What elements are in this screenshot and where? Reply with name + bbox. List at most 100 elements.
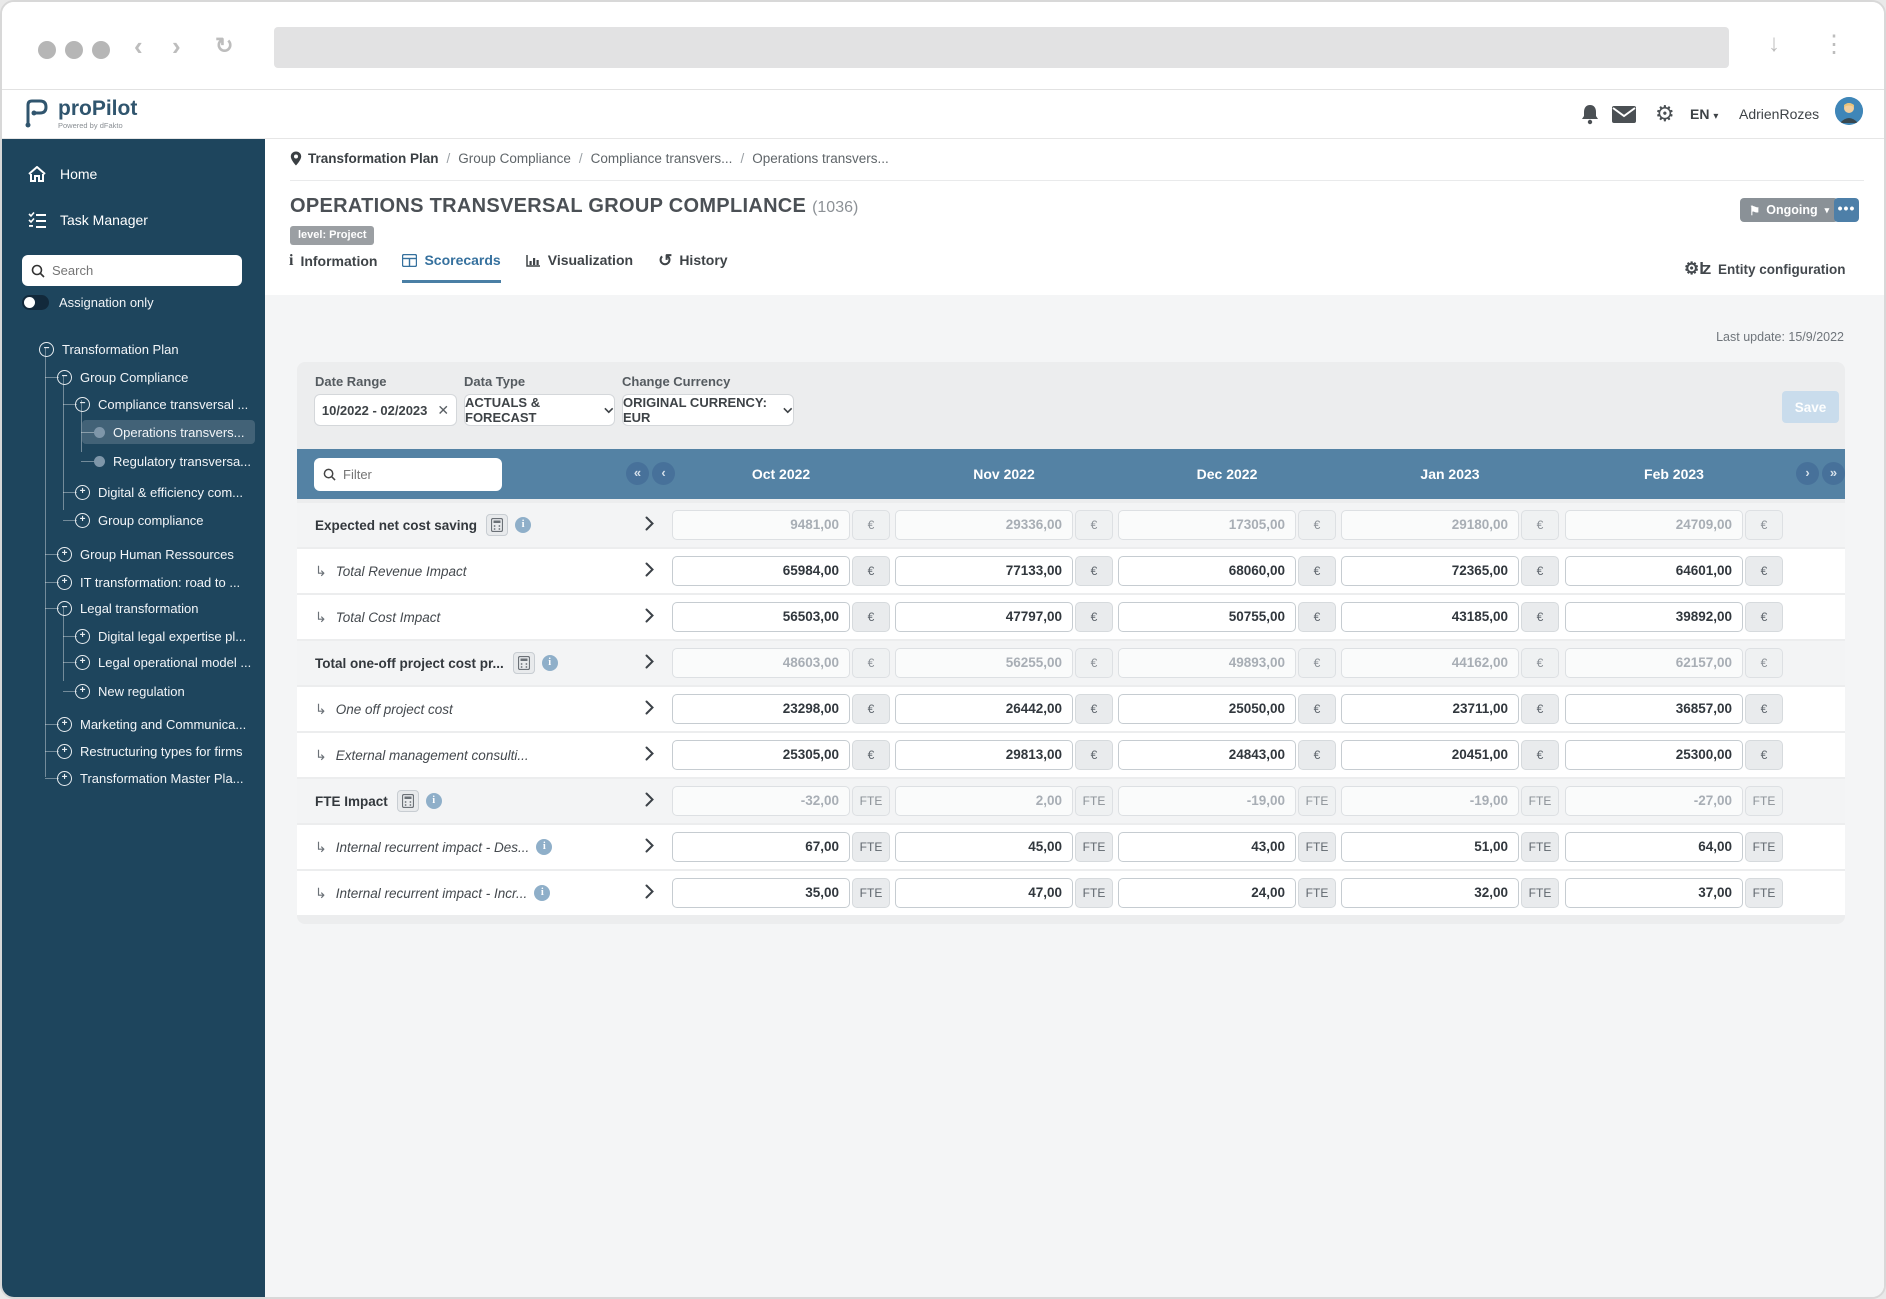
calculator-icon[interactable] [396, 790, 419, 812]
tree-node-new-regulation[interactable]: + New regulation [75, 679, 195, 703]
table-filter-input[interactable] [343, 467, 483, 482]
tree-node-legal-operational-model[interactable]: + Legal operational model ... [75, 650, 261, 674]
sidebar-item-home[interactable]: Home [2, 159, 265, 189]
collapse-icon[interactable]: − [57, 600, 72, 616]
mail-icon[interactable] [1612, 106, 1636, 123]
assignation-toggle[interactable] [22, 295, 49, 310]
collapse-icon[interactable]: − [39, 341, 54, 357]
collapse-icon[interactable]: − [75, 396, 90, 412]
expand-row-icon[interactable] [645, 838, 654, 853]
value-input[interactable]: 67,00 [672, 832, 850, 862]
date-range-input[interactable]: 10/2022 - 02/2023 ✕ [314, 394, 457, 426]
value-input[interactable]: 56503,00 [672, 602, 850, 632]
breadcrumb-item[interactable]: Compliance transvers... [591, 151, 733, 166]
tab-scorecards[interactable]: Scorecards [402, 252, 501, 283]
calculator-icon[interactable] [486, 514, 509, 536]
value-input[interactable]: 25050,00 [1118, 694, 1296, 724]
value-input[interactable]: 50755,00 [1118, 602, 1296, 632]
tab-history[interactable]: ↺ History [658, 252, 727, 280]
back-icon[interactable]: ‹ [134, 32, 143, 60]
url-bar[interactable] [274, 27, 1729, 68]
entity-configuration-button[interactable]: ⚙ʫ Entity configuration [1684, 259, 1846, 279]
tree-node-group-compliance[interactable]: + Group compliance [75, 508, 214, 532]
tree-node-it-transformation-road-to[interactable]: + IT transformation: road to ... [57, 570, 250, 594]
tree-node-digital-legal-expertise-pl[interactable]: + Digital legal expertise pl... [75, 624, 256, 648]
tree-node-marketing-and-communica[interactable]: + Marketing and Communica... [57, 712, 256, 736]
expand-icon[interactable]: + [75, 683, 90, 699]
value-input[interactable]: 32,00 [1341, 878, 1519, 908]
tree-node-compliance-transversal[interactable]: − Compliance transversal ... [75, 392, 258, 416]
search-input[interactable] [52, 263, 232, 278]
breadcrumb-item[interactable]: Transformation Plan [308, 151, 439, 166]
tree-node-group-compliance[interactable]: − Group Compliance [57, 365, 198, 389]
tree-node-operations-transvers[interactable]: Operations transvers... [82, 420, 255, 444]
currency-select[interactable]: ORIGINAL CURRENCY: EUR [622, 394, 794, 426]
sidebar-search[interactable] [22, 255, 242, 286]
value-input[interactable]: 29813,00 [895, 740, 1073, 770]
info-icon[interactable]: i [541, 655, 558, 671]
collapse-icon[interactable]: − [57, 369, 72, 385]
expand-row-icon[interactable] [645, 884, 654, 899]
expand-icon[interactable]: + [57, 574, 72, 590]
expand-row-icon[interactable] [645, 516, 654, 531]
expand-row-icon[interactable] [645, 562, 654, 577]
value-input[interactable]: 64601,00 [1565, 556, 1743, 586]
tree-node-legal-transformation[interactable]: − Legal transformation [57, 596, 209, 620]
value-input[interactable]: 45,00 [895, 832, 1073, 862]
expand-icon[interactable]: + [75, 628, 90, 644]
leaf-bullet-icon[interactable] [94, 426, 105, 438]
window-control-dot[interactable] [38, 41, 56, 59]
expand-icon[interactable]: + [57, 546, 72, 562]
expand-icon[interactable]: + [75, 484, 90, 500]
sidebar-item-task-manager[interactable]: Task Manager [2, 205, 265, 235]
value-input[interactable]: 25300,00 [1565, 740, 1743, 770]
expand-row-icon[interactable] [645, 608, 654, 623]
user-name[interactable]: AdrienRozes [1739, 106, 1819, 122]
info-icon[interactable]: i [536, 839, 553, 855]
tab-visualization[interactable]: Visualization [525, 252, 633, 280]
window-control-dot[interactable] [65, 41, 83, 59]
value-input[interactable]: 72365,00 [1341, 556, 1519, 586]
forward-icon[interactable]: › [172, 32, 181, 60]
more-actions-button[interactable]: ••• [1834, 198, 1859, 222]
info-icon[interactable]: i [425, 793, 442, 809]
language-selector[interactable]: EN ▾ [1690, 106, 1718, 122]
tab-information[interactable]: i Information [289, 252, 377, 282]
value-input[interactable]: 47,00 [895, 878, 1073, 908]
first-page-icon[interactable]: « [626, 462, 649, 485]
download-icon[interactable]: ↓ [1768, 30, 1780, 58]
value-input[interactable]: 47797,00 [895, 602, 1073, 632]
save-button[interactable]: Save [1782, 391, 1839, 423]
last-page-icon[interactable]: » [1822, 462, 1845, 485]
value-input[interactable]: 24843,00 [1118, 740, 1296, 770]
value-input[interactable]: 23711,00 [1341, 694, 1519, 724]
tree-node-restructuring-types-for-firms[interactable]: + Restructuring types for firms [57, 739, 253, 763]
info-icon[interactable]: i [534, 885, 551, 901]
bell-icon[interactable] [1580, 103, 1600, 125]
value-input[interactable]: 26442,00 [895, 694, 1073, 724]
value-input[interactable]: 20451,00 [1341, 740, 1519, 770]
value-input[interactable]: 37,00 [1565, 878, 1743, 908]
app-logo[interactable]: proPilot Powered by dFakto [24, 97, 137, 130]
clear-icon[interactable]: ✕ [437, 402, 449, 419]
calculator-icon[interactable] [512, 652, 535, 674]
value-input[interactable]: 36857,00 [1565, 694, 1743, 724]
value-input[interactable]: 77133,00 [895, 556, 1073, 586]
tree-node-regulatory-transversa[interactable]: Regulatory transversa... [94, 449, 261, 473]
value-input[interactable]: 51,00 [1341, 832, 1519, 862]
tree-node-transformation-plan[interactable]: − Transformation Plan [39, 337, 189, 361]
value-input[interactable]: 65984,00 [672, 556, 850, 586]
avatar[interactable] [1835, 97, 1863, 125]
value-input[interactable]: 68060,00 [1118, 556, 1296, 586]
tree-node-transformation-master-pla[interactable]: + Transformation Master Pla... [57, 766, 254, 790]
expand-icon[interactable]: + [57, 716, 72, 732]
refresh-icon[interactable]: ↻ [215, 32, 233, 60]
value-input[interactable]: 39892,00 [1565, 602, 1743, 632]
breadcrumb-item[interactable]: Operations transvers... [752, 151, 889, 166]
next-page-icon[interactable]: › [1796, 462, 1819, 485]
value-input[interactable]: 23298,00 [672, 694, 850, 724]
value-input[interactable]: 43185,00 [1341, 602, 1519, 632]
info-icon[interactable]: i [515, 517, 532, 533]
expand-icon[interactable]: + [75, 512, 90, 528]
value-input[interactable]: 43,00 [1118, 832, 1296, 862]
